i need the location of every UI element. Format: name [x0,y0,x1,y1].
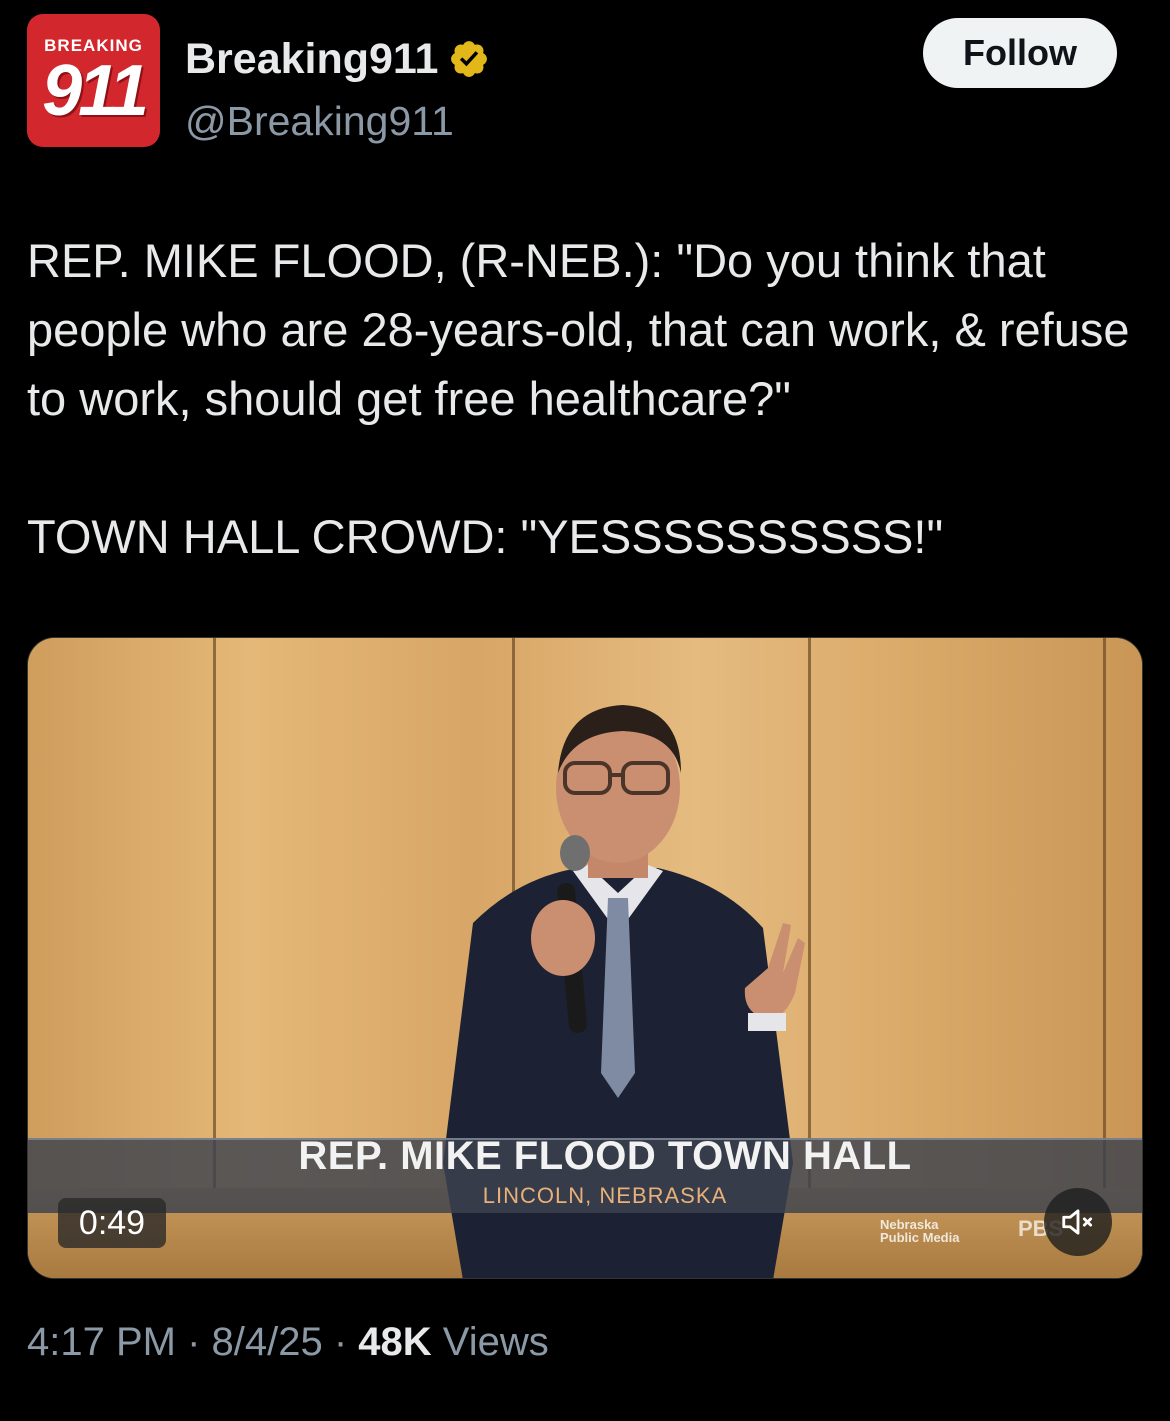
display-name[interactable]: Breaking911 [185,35,438,84]
banner-subtitle: LINCOLN, NEBRASKA [482,1183,728,1208]
video-duration: 0:49 [58,1198,166,1248]
tweet-meta: 4:17 PM · 8/4/25 · 48K Views [27,1320,549,1365]
meta-separator: · [322,1320,359,1364]
name-row: Breaking911 [185,34,490,84]
avatar[interactable]: BREAKING 911 [27,14,160,147]
verified-badge-icon[interactable] [448,38,490,80]
mute-button[interactable] [1044,1188,1112,1256]
tweet-header: BREAKING 911 Breaking911 @Breaking911 Fo… [27,14,1143,148]
views-count[interactable]: 48K [358,1320,431,1364]
tweet-time[interactable]: 4:17 PM [27,1320,176,1364]
meta-separator: · [175,1320,212,1364]
tweet-date[interactable]: 8/4/25 [212,1320,323,1364]
tweet-text: REP. MIKE FLOOD, (R-NEB.): "Do you think… [27,234,1130,563]
speaker-muted-icon [1062,1209,1093,1235]
banner-title: REP. MIKE FLOOD TOWN HALL [298,1134,912,1178]
handle[interactable]: @Breaking911 [185,98,454,145]
views-label: Views [431,1320,549,1364]
video-player[interactable]: REP. MIKE FLOOD TOWN HALL LINCOLN, NEBRA… [27,637,1143,1279]
avatar-911-text: 911 [42,51,149,131]
follow-button[interactable]: Follow [923,18,1117,88]
nebraska-public-media-watermark: Nebraska Public Media [880,1218,959,1244]
watermark-line2: Public Media [880,1230,960,1245]
